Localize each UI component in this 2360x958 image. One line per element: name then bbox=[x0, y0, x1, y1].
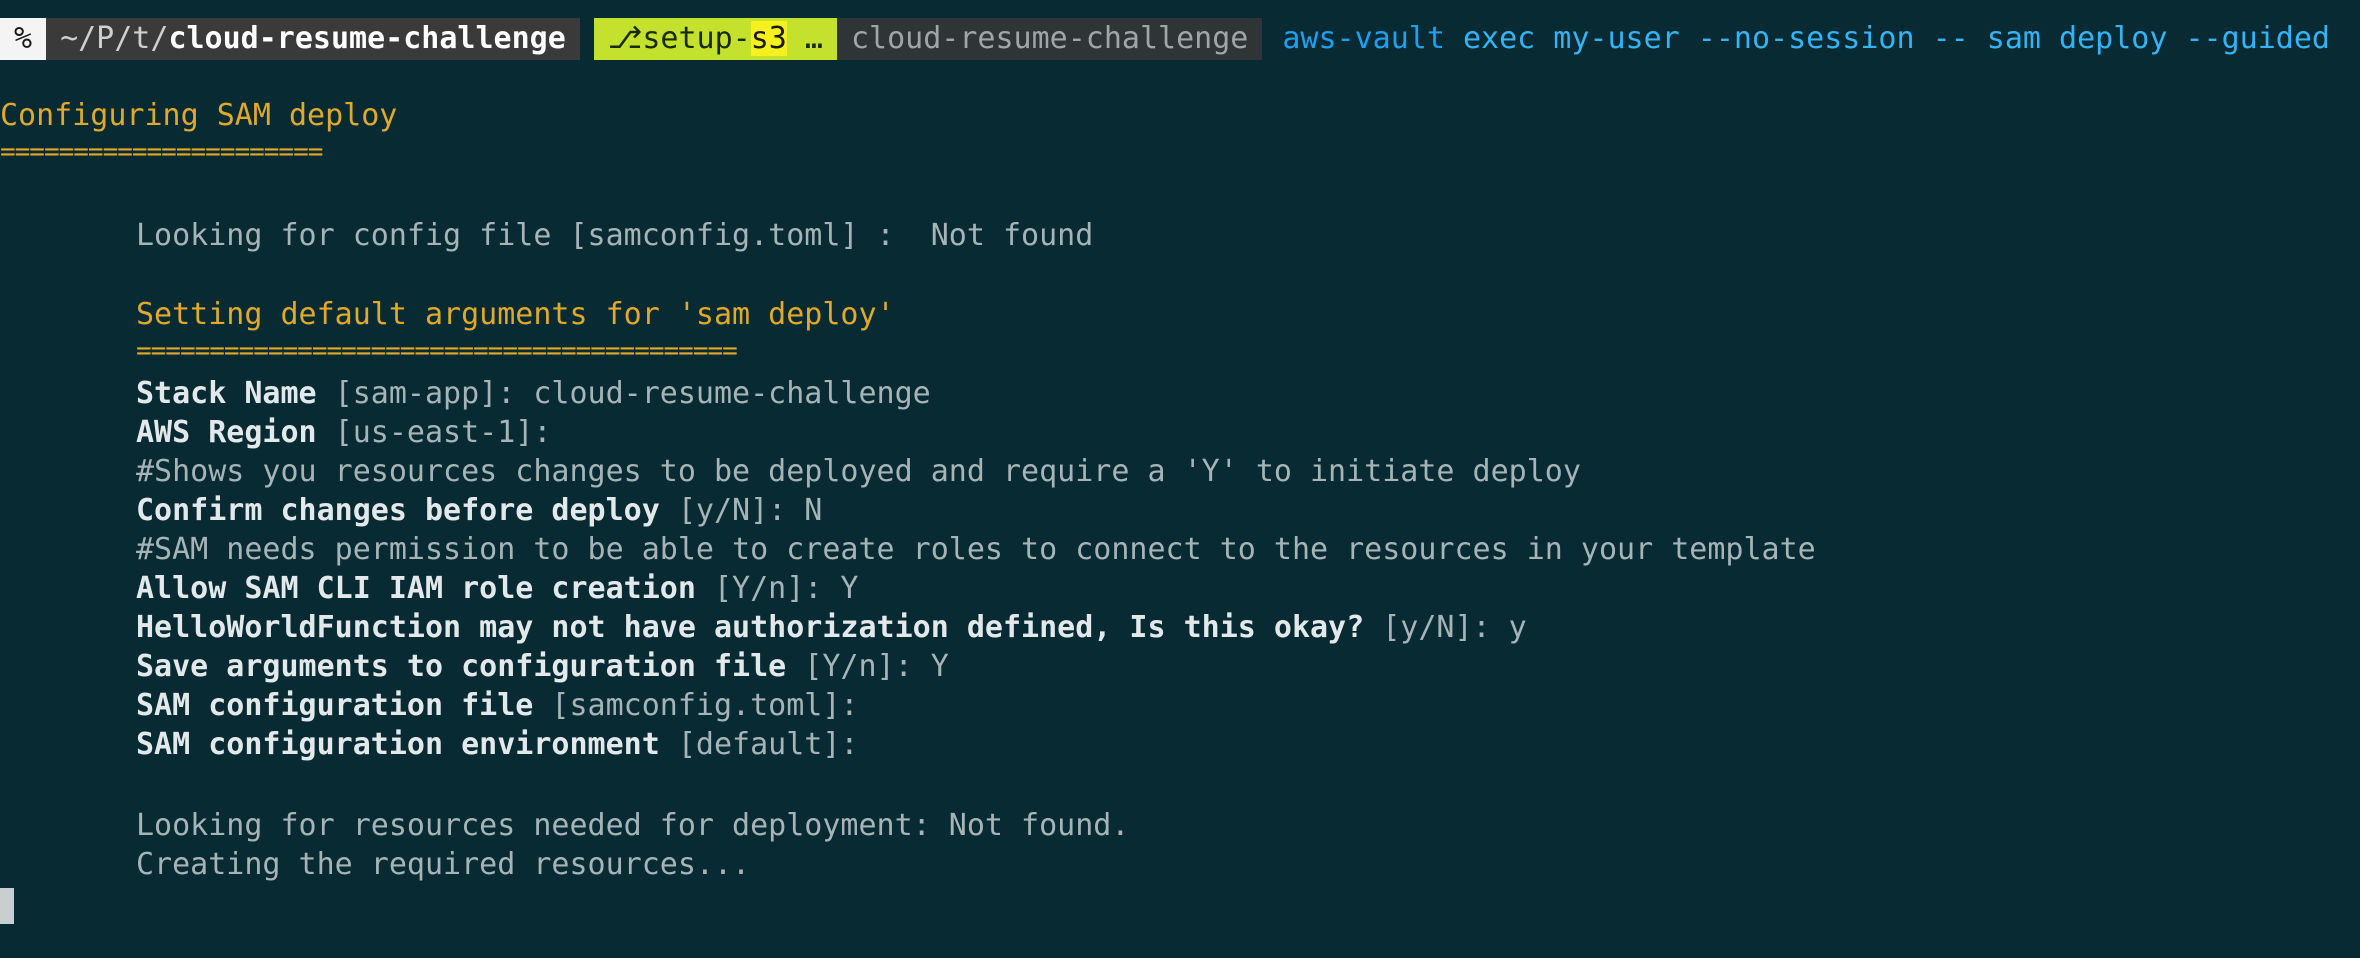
prompt-confirm-value: [y/N]: N bbox=[659, 493, 823, 528]
command-args: exec my-user --no-session -- sam deploy … bbox=[1444, 21, 2330, 56]
prompt-auth-value: [y/N]: y bbox=[1364, 610, 1527, 645]
prompt-stack-name: Stack Name [sam-app]: cloud-resume-chall… bbox=[136, 376, 931, 412]
config-lookup-line: Looking for config file [samconfig.toml]… bbox=[136, 218, 1094, 253]
prompt-region-value: [us-east-1]: bbox=[316, 415, 552, 450]
shell-prompt: % ~/P/t/cloud-resume-challenge ⎇setup-s3 …… bbox=[0, 18, 2330, 60]
prompt-save-value: [Y/n]: Y bbox=[786, 649, 949, 684]
prompt-symbol: % bbox=[0, 18, 47, 60]
branch-icon: ⎇ bbox=[607, 21, 643, 56]
prompt-auth-label: HelloWorldFunction may not have authoriz… bbox=[136, 610, 1365, 645]
comment-iam: #SAM needs permission to be able to crea… bbox=[136, 532, 1816, 567]
prompt-dir-label: cloud-resume-challenge bbox=[837, 18, 1263, 60]
prompt-save-label: Save arguments to configuration file bbox=[136, 649, 787, 684]
prompt-region-label: AWS Region bbox=[136, 415, 317, 450]
prompt-config-file: SAM configuration file [samconfig.toml]: bbox=[136, 688, 858, 724]
prompt-region: AWS Region [us-east-1]: bbox=[136, 415, 551, 451]
branch-name-b: s3 bbox=[750, 21, 787, 56]
section-title-defaults: Setting default arguments for 'sam deplo… bbox=[136, 297, 895, 332]
terminal-cursor bbox=[0, 888, 14, 924]
branch-ellipsis: … bbox=[786, 21, 823, 56]
prompt-iam: Allow SAM CLI IAM role creation [Y/n]: Y bbox=[136, 571, 858, 607]
prompt-confirm: Confirm changes before deploy [y/N]: N bbox=[136, 493, 822, 529]
prompt-config-env: SAM configuration environment [default]: bbox=[136, 727, 858, 763]
prompt-iam-value: [Y/n]: Y bbox=[695, 571, 859, 606]
prompt-auth: HelloWorldFunction may not have authoriz… bbox=[136, 610, 1527, 646]
prompt-confirm-label: Confirm changes before deploy bbox=[136, 493, 660, 528]
comment-confirm: #Shows you resources changes to be deplo… bbox=[136, 454, 1581, 489]
path-prefix: ~/P/t/ bbox=[60, 21, 169, 56]
prompt-path: ~/P/t/cloud-resume-challenge bbox=[46, 18, 580, 60]
prompt-stack-name-label: Stack Name bbox=[136, 376, 317, 411]
prompt-config-file-label: SAM configuration file bbox=[136, 688, 534, 723]
terminal-window[interactable]: % ~/P/t/cloud-resume-challenge ⎇setup-s3 …… bbox=[0, 0, 2360, 958]
command-bin: aws-vault bbox=[1282, 21, 1445, 56]
path-dir: cloud-resume-challenge bbox=[168, 21, 566, 56]
resources-lookup-line: Looking for resources needed for deploym… bbox=[136, 808, 1130, 843]
prompt-config-file-value: [samconfig.toml]: bbox=[533, 688, 859, 723]
git-branch-segment: ⎇setup-s3 … bbox=[593, 18, 837, 60]
prompt-stack-name-value: [sam-app]: cloud-resume-challenge bbox=[316, 376, 931, 411]
section-underline-defaults: ========================================… bbox=[136, 336, 738, 366]
branch-name-a: setup- bbox=[642, 21, 751, 56]
command-line[interactable]: aws-vault exec my-user --no-session -- s… bbox=[1282, 18, 2330, 60]
prompt-iam-label: Allow SAM CLI IAM role creation bbox=[136, 571, 696, 606]
section-underline-configuring: ====================== bbox=[0, 137, 323, 167]
creating-resources-line: Creating the required resources... bbox=[136, 847, 751, 882]
section-title-configuring: Configuring SAM deploy bbox=[0, 98, 398, 133]
prompt-save: Save arguments to configuration file [Y/… bbox=[136, 649, 949, 685]
prompt-config-env-label: SAM configuration environment bbox=[136, 727, 660, 762]
prompt-config-env-value: [default]: bbox=[659, 727, 859, 762]
